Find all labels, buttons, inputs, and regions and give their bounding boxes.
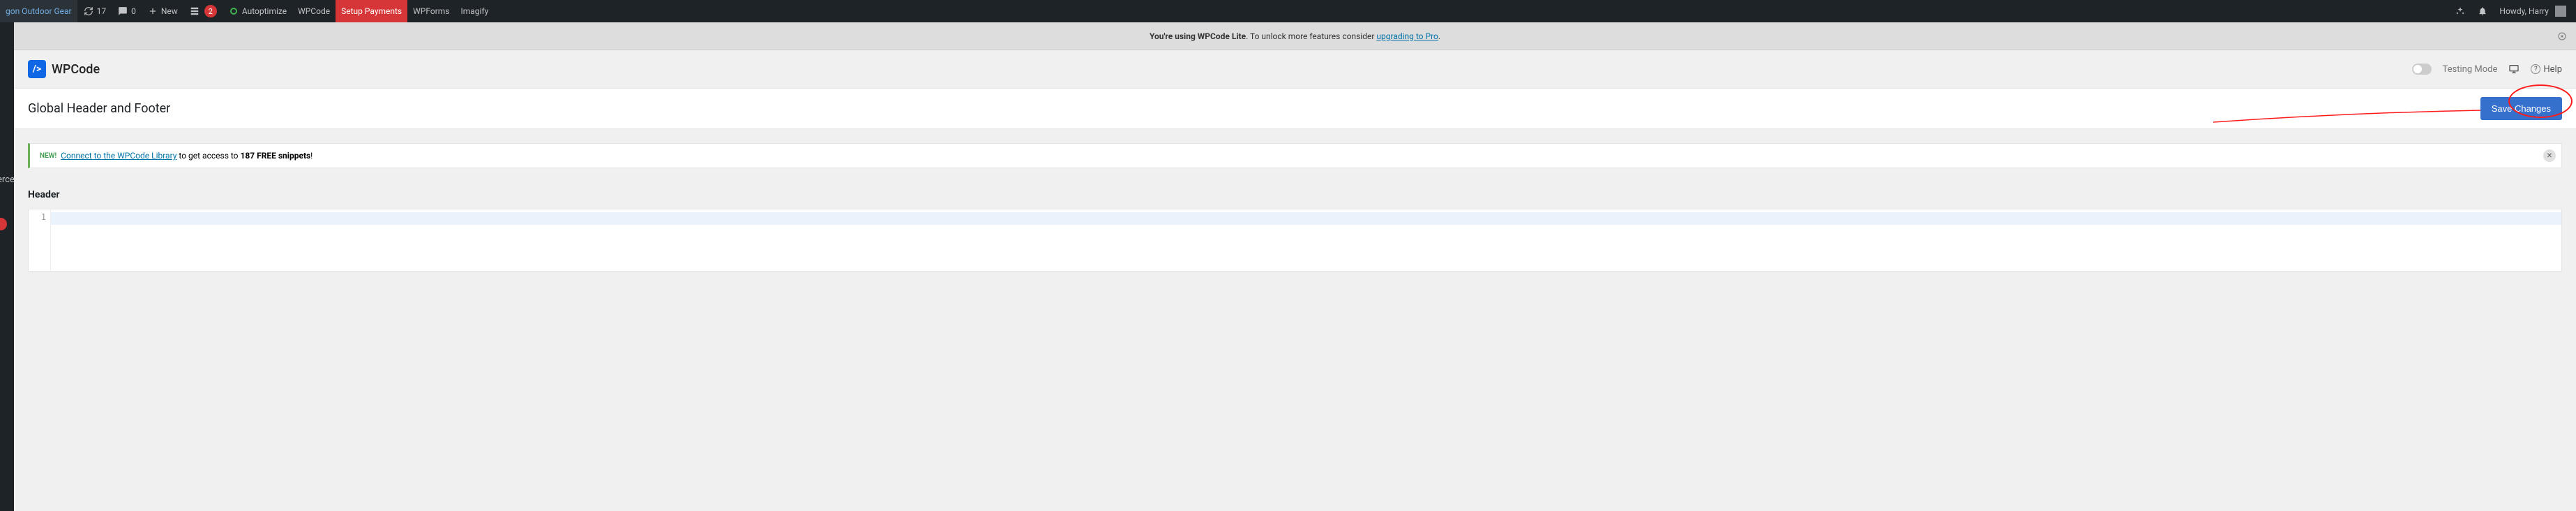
- updates-count: 17: [97, 6, 107, 16]
- howdy-label: Howdy, Harry: [2499, 6, 2549, 16]
- updates-item[interactable]: 17: [77, 0, 112, 22]
- close-icon: [2558, 32, 2566, 40]
- wp-main: You're using WPCode Lite. To unlock more…: [14, 22, 2576, 511]
- comments-count: 0: [131, 6, 136, 16]
- library-notice-bold: 187 FREE snippets: [241, 151, 311, 161]
- editor-code-area[interactable]: [51, 209, 2561, 271]
- wpforms-notices-item[interactable]: 2: [183, 0, 223, 22]
- wpcode-logo[interactable]: /> WPCode: [28, 60, 100, 78]
- screen-icon: [2508, 64, 2519, 75]
- bell-icon: [2477, 6, 2488, 17]
- setup-payments-item[interactable]: Setup Payments: [336, 0, 407, 22]
- imagify-label: Imagify: [460, 6, 488, 16]
- new-label: New: [161, 6, 178, 16]
- plus-icon: [147, 6, 158, 17]
- autoptimize-label: Autoptimize: [242, 6, 287, 16]
- admin-bar-left: gon Outdoor Gear 17 0 New 2: [0, 0, 494, 22]
- help-icon: ?: [2531, 64, 2540, 74]
- avatar: [2555, 6, 2566, 17]
- notifications-item[interactable]: [2471, 0, 2494, 22]
- sidebar-cut-text: erce: [0, 175, 15, 185]
- lite-notice-right: .: [1438, 31, 1440, 41]
- line-number-1: 1: [29, 212, 46, 222]
- comment-icon: [117, 6, 128, 17]
- sparkle-icon: [2455, 6, 2466, 17]
- admin-bar-right: Howdy, Harry: [2449, 0, 2576, 22]
- imagify-item[interactable]: Imagify: [455, 0, 494, 22]
- editor-gutter: 1: [29, 209, 51, 271]
- sidebar-cut-badge: [0, 218, 7, 230]
- library-connect-link[interactable]: Connect to the WPCode Library: [61, 151, 176, 161]
- wpcode-label: WPCode: [298, 6, 330, 16]
- update-icon: [83, 6, 94, 17]
- page-title: Global Header and Footer: [28, 101, 170, 116]
- wp-admin-sidebar[interactable]: erce: [0, 22, 14, 511]
- page-title-row: Global Header and Footer Save Changes: [14, 88, 2576, 129]
- wpcode-logo-icon: />: [28, 60, 46, 78]
- lite-dismiss-button[interactable]: [2555, 29, 2569, 43]
- content-area: NEW! Connect to the WPCode Library to ge…: [14, 129, 2576, 286]
- site-name-label: gon Outdoor Gear: [6, 6, 72, 16]
- library-notice-text: Connect to the WPCode Library to get acc…: [61, 151, 312, 161]
- testing-mode-label: Testing Mode: [2443, 64, 2498, 75]
- wpcode-brand: WPCode: [52, 62, 100, 77]
- setup-payments-label: Setup Payments: [341, 6, 402, 16]
- lite-notice-bar: You're using WPCode Lite. To unlock more…: [14, 22, 2576, 50]
- autoptimize-icon: [228, 6, 239, 17]
- sparkle-item[interactable]: [2449, 0, 2471, 22]
- site-name-item[interactable]: gon Outdoor Gear: [0, 0, 77, 22]
- close-icon: ✕: [2547, 152, 2552, 160]
- library-notice-dismiss[interactable]: ✕: [2543, 149, 2556, 162]
- wpcode-header-right: Testing Mode ? Help: [2412, 64, 2562, 75]
- wpforms-badge: 2: [204, 5, 217, 17]
- lite-notice-strong: You're using WPCode Lite: [1150, 31, 1246, 41]
- lite-notice-text: You're using WPCode Lite. To unlock more…: [1150, 31, 1440, 41]
- wpforms-item[interactable]: WPForms: [407, 0, 455, 22]
- section-header-title: Header: [28, 189, 2562, 200]
- help-button[interactable]: ? Help: [2531, 64, 2562, 75]
- comments-item[interactable]: 0: [112, 0, 142, 22]
- help-label: Help: [2543, 64, 2562, 75]
- testing-mode-toggle[interactable]: [2412, 64, 2432, 75]
- wpforms-icon: [189, 6, 200, 17]
- screen-viewer-button[interactable]: [2508, 64, 2519, 75]
- wpcode-header: /> WPCode Testing Mode ? Help: [14, 50, 2576, 88]
- lite-notice-mid: . To unlock more features consider: [1246, 31, 1376, 41]
- new-content-item[interactable]: New: [142, 0, 183, 22]
- autoptimize-item[interactable]: Autoptimize: [223, 0, 292, 22]
- upgrade-link[interactable]: upgrading to Pro: [1376, 31, 1438, 41]
- save-changes-button[interactable]: Save Changes: [2480, 97, 2562, 120]
- wpcode-item[interactable]: WPCode: [292, 0, 336, 22]
- library-notice: NEW! Connect to the WPCode Library to ge…: [28, 143, 2562, 168]
- wpforms-label: WPForms: [413, 6, 449, 16]
- library-notice-mid: to get access to: [176, 151, 240, 161]
- header-code-editor[interactable]: 1: [28, 209, 2562, 272]
- editor-active-line: [51, 212, 2561, 225]
- account-item[interactable]: Howdy, Harry: [2494, 0, 2572, 22]
- new-badge: NEW!: [40, 152, 57, 160]
- admin-bar: gon Outdoor Gear 17 0 New 2: [0, 0, 2576, 22]
- library-notice-tail: !: [310, 151, 312, 161]
